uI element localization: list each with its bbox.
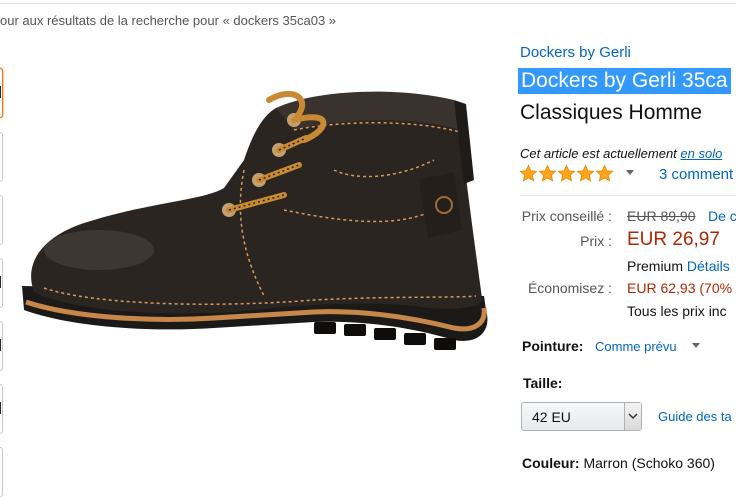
color-row: Couleur: Marron (Schoko 360) bbox=[522, 455, 715, 471]
star-icon bbox=[576, 164, 595, 182]
thumbnail-1[interactable] bbox=[0, 68, 3, 118]
top-divider bbox=[0, 3, 736, 4]
divider bbox=[520, 195, 736, 196]
thumbnail-3[interactable] bbox=[0, 195, 3, 245]
taxes-note: Tous les prix inc bbox=[627, 303, 727, 319]
savings-value: EUR 62,93 (70% bbox=[627, 280, 733, 296]
star-icon bbox=[519, 164, 538, 182]
availability-text: Cet article est actuellement bbox=[520, 146, 677, 161]
taille-label: Taille: bbox=[523, 375, 563, 391]
price-label: Prix : bbox=[580, 233, 612, 249]
size-fit-label: Pointure: bbox=[522, 338, 584, 354]
star-icon bbox=[557, 164, 576, 182]
product-title: Dockers by Gerli 35ca bbox=[518, 68, 731, 94]
list-price-label: Prix conseillé : bbox=[521, 208, 612, 224]
thumbnail-5[interactable] bbox=[0, 321, 3, 371]
price-value: EUR 26,97 bbox=[627, 229, 720, 250]
color-value: Marron (Schoko 360) bbox=[583, 455, 715, 471]
rating-stars[interactable] bbox=[519, 164, 614, 186]
list-price-details-link[interactable]: De c bbox=[708, 208, 736, 224]
thumbnail-4[interactable] bbox=[0, 258, 3, 308]
list-price: EUR 89,90 bbox=[627, 208, 696, 224]
premium-details-link[interactable]: Détails bbox=[687, 258, 730, 274]
brand-link[interactable]: Dockers by Gerli bbox=[520, 44, 631, 61]
chevron-down-icon[interactable] bbox=[624, 403, 641, 430]
thumbnail-2[interactable] bbox=[0, 132, 3, 182]
size-guide-link[interactable]: Guide des ta bbox=[658, 409, 732, 424]
thumbnail-6[interactable] bbox=[0, 384, 3, 434]
savings-label: Économisez : bbox=[527, 280, 612, 296]
availability-link[interactable]: en solo bbox=[680, 146, 722, 161]
size-select-value: 42 EU bbox=[532, 409, 571, 425]
star-icon bbox=[538, 164, 557, 182]
premium-info: Premium Détails bbox=[627, 258, 730, 274]
chevron-down-icon[interactable] bbox=[692, 343, 700, 348]
size-select[interactable]: 42 EU bbox=[521, 402, 642, 431]
availability-note: Cet article est actuellement en solo bbox=[520, 146, 722, 161]
premium-text: Premium bbox=[627, 258, 684, 274]
size-fit-link[interactable]: Comme prévu bbox=[595, 339, 677, 354]
color-label: Couleur: bbox=[522, 455, 580, 471]
star-icon bbox=[595, 164, 614, 182]
chevron-down-icon[interactable] bbox=[626, 170, 634, 175]
back-to-results-link[interactable]: our aux résultats de la recherche pour «… bbox=[0, 13, 336, 28]
product-subtitle: Classiques Homme bbox=[520, 101, 703, 124]
thumbnail-7[interactable] bbox=[0, 447, 3, 497]
product-image[interactable] bbox=[14, 60, 494, 390]
reviews-link[interactable]: 3 comment bbox=[659, 166, 733, 183]
